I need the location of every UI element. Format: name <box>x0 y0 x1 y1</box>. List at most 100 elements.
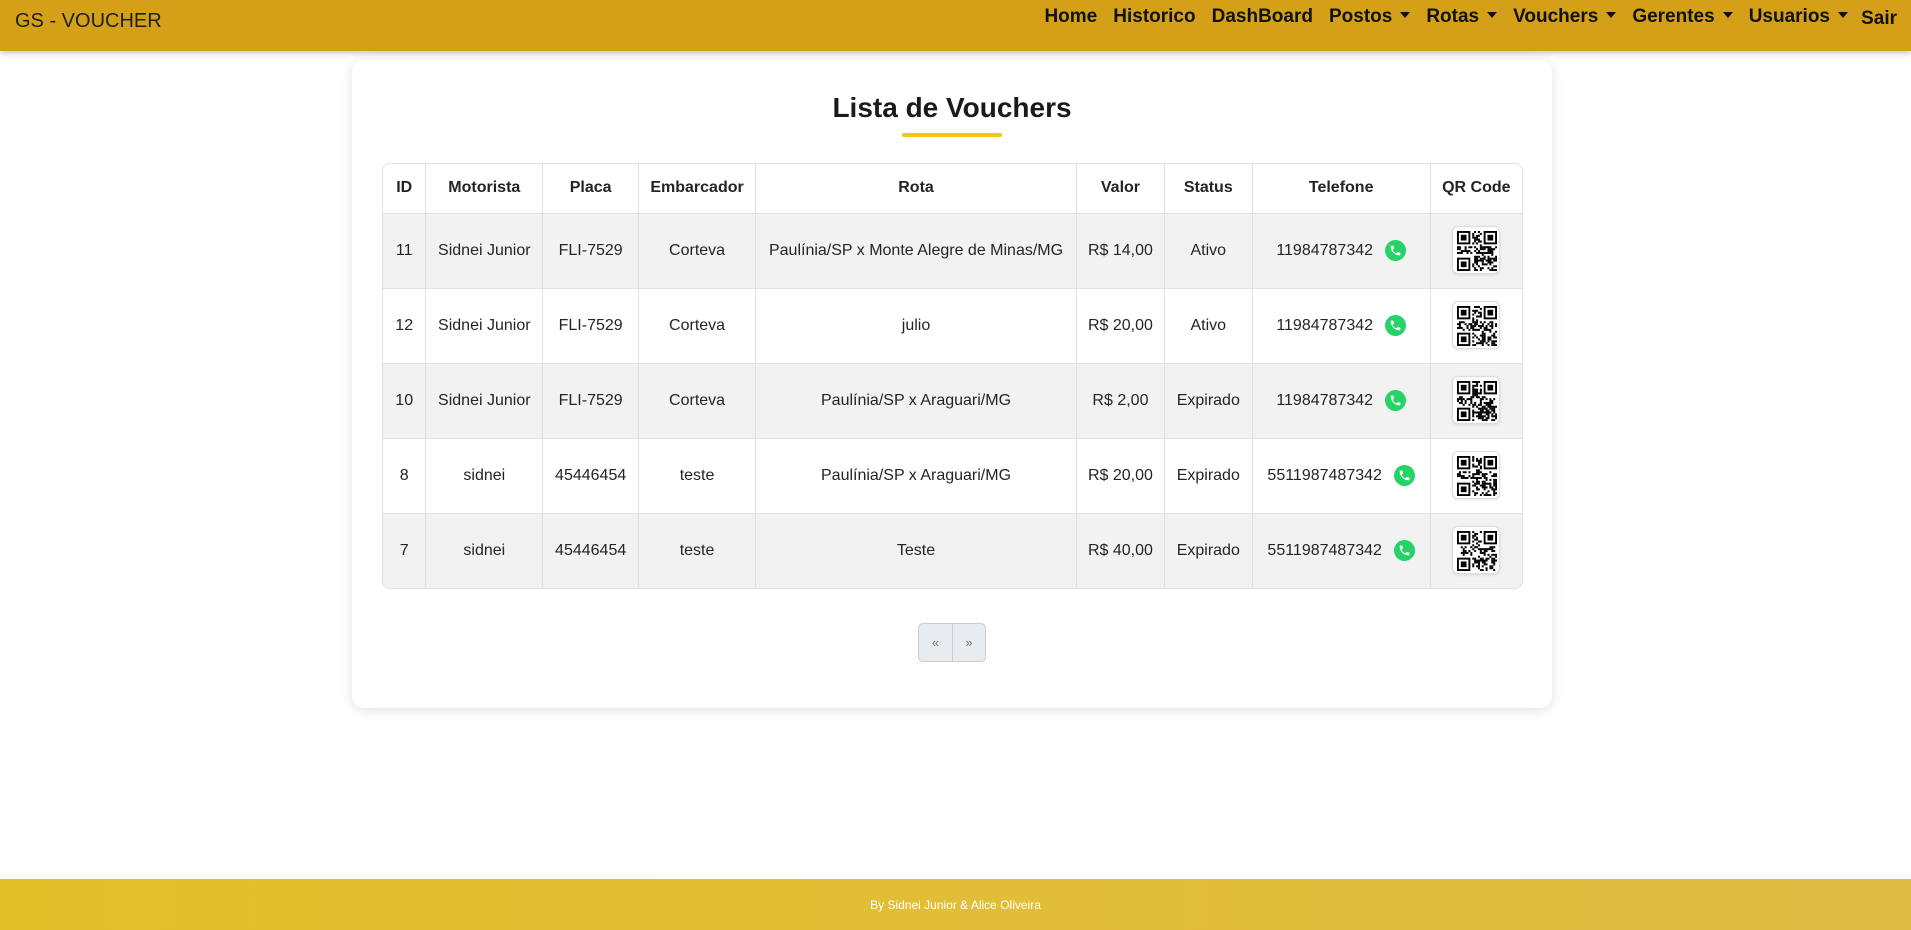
nav-link-dashboard[interactable]: DashBoard <box>1204 6 1321 28</box>
phone-wrapper: 11984787342 <box>1253 240 1430 261</box>
cell-telefone: 5511987487342 <box>1252 513 1431 588</box>
table-header-row: ID Motorista Placa Embarcador Rota Valor Statu… <box>383 164 1522 214</box>
nav-link-postos[interactable]: Postos <box>1321 6 1418 28</box>
phone-number: 5511987487342 <box>1267 466 1382 484</box>
whatsapp-icon[interactable] <box>1393 540 1415 562</box>
cell-embarcador: Corteva <box>638 363 756 439</box>
cell-rota: Paulínia/SP x Araguari/MG <box>755 363 1078 439</box>
column-header[interactable]: Placa <box>542 164 640 214</box>
cell-qr-code <box>1430 513 1522 588</box>
whatsapp-icon[interactable] <box>1385 240 1407 261</box>
cell-motorista: Sidnei Junior <box>425 213 544 289</box>
cell-placa: FLI-7529 <box>542 363 640 439</box>
cell-rota: julio <box>755 288 1078 364</box>
phone-number: 11984787342 <box>1276 241 1374 259</box>
nav-link-label: Rotas <box>1426 6 1480 27</box>
qr-code-icon[interactable] <box>1452 525 1501 574</box>
nav-link-historico[interactable]: Historico <box>1105 6 1203 28</box>
cell-motorista: sidnei <box>425 438 544 514</box>
cell-rota: Teste <box>755 513 1078 588</box>
column-header[interactable]: Rota <box>755 164 1078 214</box>
cell-motorista: sidnei <box>425 513 544 588</box>
footer-credits: By Sidnei Junior & Alice Oliveira <box>870 897 1041 912</box>
cell-embarcador: Corteva <box>638 213 756 289</box>
phone-number: 11984787342 <box>1276 316 1374 334</box>
cell-placa: 45446454 <box>542 513 640 588</box>
column-header[interactable]: Motorista <box>425 164 544 214</box>
table-row: 12 Sidnei Junior FLI-7529 Corteva julio R$ 20… <box>383 288 1522 364</box>
cell-qr-code <box>1430 438 1522 514</box>
phone-wrapper: 11984787342 <box>1253 390 1430 411</box>
footer: By Sidnei Junior & Alice Oliveira <box>0 879 1911 930</box>
table-row: 8 sidnei 45446454 teste Paulínia/SP x Aragua… <box>383 438 1522 514</box>
cell-rota: Paulínia/SP x Araguari/MG <box>755 438 1078 514</box>
cell-valor: R$ 14,00 <box>1076 213 1165 289</box>
cell-embarcador: teste <box>638 438 756 514</box>
cell-valor: R$ 2,00 <box>1076 363 1165 439</box>
column-header[interactable]: Embarcador <box>638 164 756 214</box>
cell-telefone: 5511987487342 <box>1252 438 1431 514</box>
cell-id: 10 <box>383 363 427 439</box>
column-header[interactable]: Status <box>1164 164 1253 214</box>
phone-wrapper: 5511987487342 <box>1253 540 1430 562</box>
cell-telefone: 11984787342 <box>1252 363 1431 439</box>
chevron-down-icon <box>1838 12 1848 18</box>
nav-link-label: Gerentes <box>1632 6 1715 27</box>
cell-telefone: 11984787342 <box>1252 288 1431 364</box>
nav-link-home[interactable]: Home <box>1036 6 1105 28</box>
nav-link-vouchers[interactable]: Vouchers <box>1505 6 1624 28</box>
cell-valor: R$ 20,00 <box>1076 288 1165 364</box>
cell-id: 11 <box>383 213 427 289</box>
brand-title[interactable]: GS - VOUCHER <box>15 10 162 33</box>
chevron-down-icon <box>1722 12 1733 18</box>
qr-code-icon[interactable] <box>1452 300 1501 349</box>
column-header[interactable]: Telefone <box>1252 164 1431 214</box>
cell-status: Expirado <box>1164 513 1253 588</box>
title-underline <box>902 133 1002 137</box>
qr-code-icon[interactable] <box>1452 375 1501 424</box>
cell-status: Ativo <box>1164 213 1253 289</box>
cell-motorista: Sidnei Junior <box>425 363 544 439</box>
column-header[interactable]: ID <box>383 164 427 214</box>
column-header[interactable]: Valor <box>1076 164 1165 214</box>
cell-qr-code <box>1430 363 1522 439</box>
nav-link-label: Usuarios <box>1748 6 1830 27</box>
nav-link-label: Vouchers <box>1513 6 1599 27</box>
pagination-next-button[interactable]: » <box>952 624 985 661</box>
whatsapp-icon[interactable] <box>1385 315 1407 336</box>
whatsapp-icon[interactable] <box>1385 390 1407 411</box>
chevron-down-icon <box>1400 12 1411 18</box>
qr-code-icon[interactable] <box>1452 225 1501 274</box>
page-title: Lista de Vouchers <box>832 92 1072 123</box>
cell-rota: Paulínia/SP x Monte Alegre de Minas/MG <box>755 213 1078 289</box>
cell-valor: R$ 20,00 <box>1076 438 1165 514</box>
nav-link-rotas[interactable]: Rotas <box>1418 6 1505 28</box>
cell-status: Expirado <box>1164 363 1253 439</box>
column-header[interactable]: QR Code <box>1430 164 1522 214</box>
nav-link-gerentes[interactable]: Gerentes <box>1624 6 1740 28</box>
nav-link-label: DashBoard <box>1211 6 1313 27</box>
cell-id: 7 <box>383 513 427 588</box>
voucher-table-wrapper: ID Motorista Placa Embarcador Rota Valor Statu… <box>382 163 1523 589</box>
logout-link[interactable]: Sair <box>1861 8 1897 30</box>
cell-placa: FLI-7529 <box>542 288 640 364</box>
phone-wrapper: 11984787342 <box>1253 315 1430 336</box>
nav-link-label: Postos <box>1328 6 1393 27</box>
whatsapp-icon[interactable] <box>1393 465 1415 486</box>
chevron-down-icon <box>1487 12 1498 18</box>
cell-status: Expirado <box>1164 438 1253 514</box>
phone-wrapper: 5511987487342 <box>1253 465 1430 486</box>
nav-link-label: Home <box>1044 6 1098 27</box>
top-navbar: GS - VOUCHER Home Historico DashBoard Posto… <box>0 0 1911 51</box>
cell-qr-code <box>1430 213 1522 289</box>
cell-qr-code <box>1430 288 1522 364</box>
table-row: 7 sidnei 45446454 teste Teste R$ 40,00 Expirad… <box>383 513 1522 588</box>
voucher-table: ID Motorista Placa Embarcador Rota Valor Statu… <box>383 164 1522 588</box>
nav-link-usuarios[interactable]: Usuarios <box>1741 6 1856 28</box>
cell-motorista: Sidnei Junior <box>425 288 544 364</box>
qr-code-icon[interactable] <box>1452 450 1501 499</box>
cell-placa: FLI-7529 <box>542 213 640 289</box>
phone-number: 11984787342 <box>1276 391 1374 409</box>
cell-id: 8 <box>383 438 427 514</box>
pagination-prev-button[interactable]: « <box>919 624 952 661</box>
